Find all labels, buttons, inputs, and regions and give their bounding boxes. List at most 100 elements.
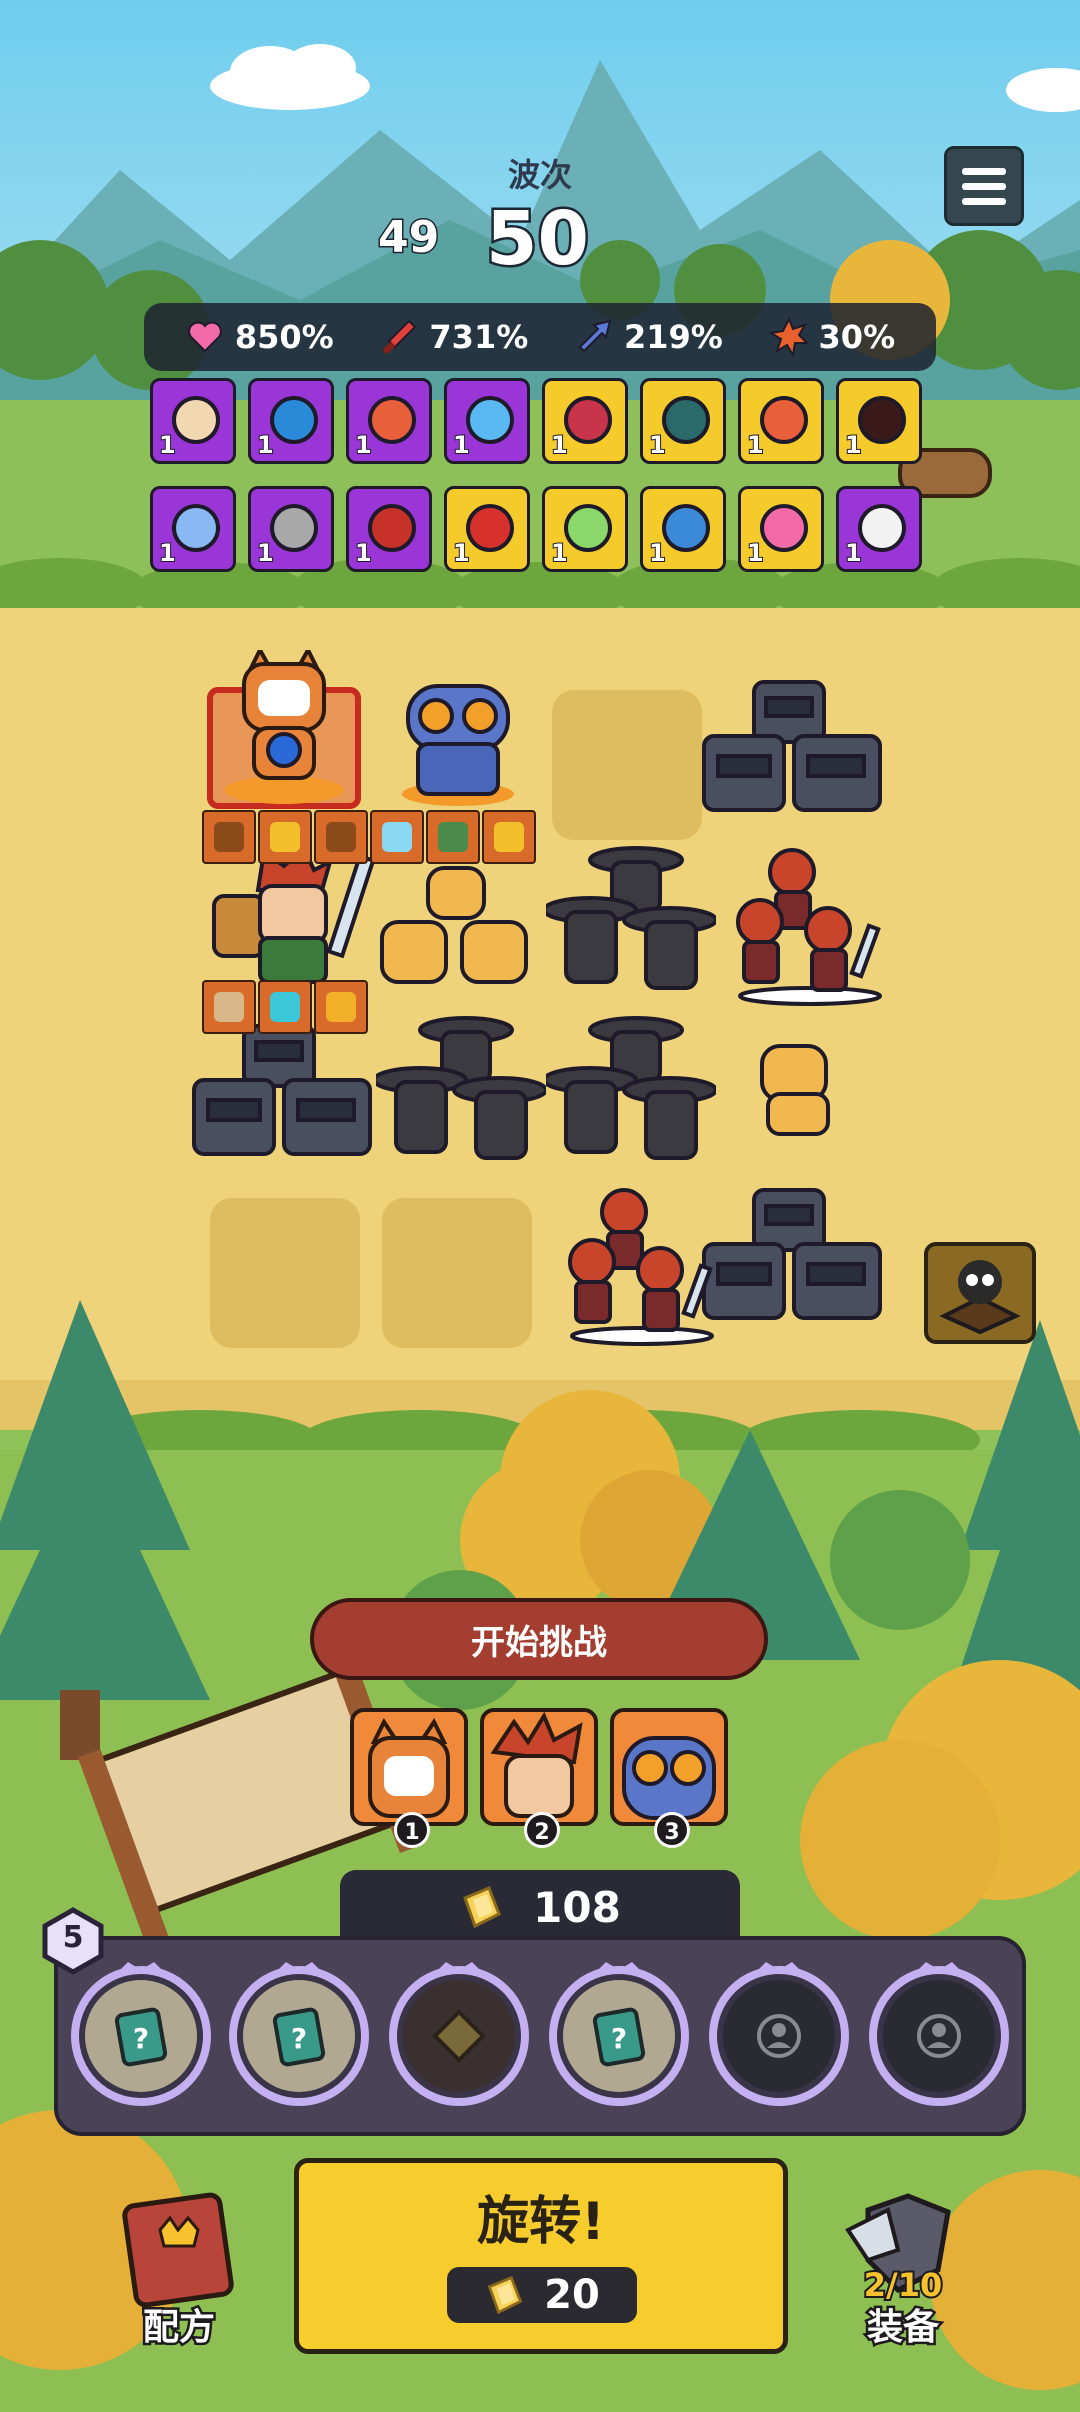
armored-knight-squad[interactable] bbox=[694, 676, 890, 826]
hero-slot-number: 1 bbox=[394, 1812, 430, 1848]
buff-tile[interactable]: 1 bbox=[836, 378, 922, 464]
locked-slot[interactable] bbox=[706, 1960, 852, 2106]
cowboy-squad[interactable] bbox=[376, 1010, 546, 1170]
rune-icon bbox=[389, 1962, 529, 2106]
robot-hero-unit[interactable] bbox=[388, 680, 528, 810]
skull-portal-button[interactable] bbox=[924, 1242, 1036, 1344]
locked-slot[interactable] bbox=[866, 1960, 1012, 2106]
red-hair-warrior-squad[interactable] bbox=[720, 846, 890, 1006]
spin-button[interactable]: 旋转! 20 bbox=[294, 2158, 788, 2354]
buff-count: 1 bbox=[746, 430, 765, 460]
svg-text:?: ? bbox=[611, 2022, 627, 2055]
buff-tile[interactable]: 1 bbox=[346, 378, 432, 464]
hero-card-red-hair[interactable]: 2 bbox=[480, 1708, 598, 1848]
spin-cost: 20 bbox=[447, 2267, 637, 2323]
crit-burst-icon bbox=[768, 317, 809, 357]
wave-label: 波次 bbox=[507, 156, 572, 194]
buff-tile[interactable]: 1 bbox=[640, 378, 726, 464]
buff-tile[interactable]: 1 bbox=[444, 378, 530, 464]
mystery-card-icon: ? bbox=[71, 1962, 211, 2106]
card-slot[interactable]: ? bbox=[68, 1960, 214, 2106]
menu-button[interactable] bbox=[944, 146, 1024, 226]
armored-knight-squad[interactable] bbox=[184, 1020, 380, 1170]
buff-count: 1 bbox=[354, 538, 373, 568]
mystery-card-icon: ? bbox=[229, 1962, 369, 2106]
cowboy-squad[interactable] bbox=[546, 840, 716, 1000]
mystery-card-icon: ? bbox=[549, 1962, 689, 2106]
tiger-squad[interactable] bbox=[372, 862, 542, 1002]
buff-grid: 1 1 1 1 1 1 1 1 1 1 1 1 1 1 1 1 bbox=[150, 378, 930, 572]
previous-wave-number: 49 bbox=[376, 211, 440, 265]
stat-crit: 30% bbox=[768, 317, 895, 357]
robot-hero-portrait bbox=[622, 1736, 716, 1820]
buff-tile[interactable]: 1 bbox=[248, 378, 334, 464]
horn-icon[interactable] bbox=[482, 810, 536, 864]
cowboy-squad[interactable] bbox=[546, 1010, 716, 1170]
hero-card-robot[interactable]: 3 bbox=[610, 1708, 728, 1848]
level-number: 5 bbox=[62, 1920, 84, 1955]
buff-tile[interactable]: 1 bbox=[346, 486, 432, 572]
buff-count: 1 bbox=[550, 538, 569, 568]
buff-tile[interactable]: 1 bbox=[738, 378, 824, 464]
empty-board-cell[interactable] bbox=[382, 1198, 532, 1348]
card-slot[interactable]: ? bbox=[226, 1960, 372, 2106]
buff-tile[interactable]: 1 bbox=[542, 486, 628, 572]
golden-helmet-icon[interactable] bbox=[314, 980, 368, 1034]
buff-tile[interactable]: 1 bbox=[738, 486, 824, 572]
empty-board-cell[interactable] bbox=[552, 690, 702, 840]
hero-card-cat[interactable]: 1 bbox=[350, 1708, 468, 1848]
gold-coin-icon bbox=[463, 1886, 502, 1929]
red-hair-warrior-squad[interactable] bbox=[552, 1186, 722, 1346]
ice-heart-icon[interactable] bbox=[370, 810, 424, 864]
crossbow-icon[interactable] bbox=[202, 810, 256, 864]
buff-tile[interactable]: 1 bbox=[836, 486, 922, 572]
stat-attack: 731% bbox=[379, 317, 528, 357]
sword-icon bbox=[383, 319, 417, 355]
buff-count: 1 bbox=[844, 430, 863, 460]
stats-bar: 850% 731% 219% 30% bbox=[144, 303, 936, 371]
recipe-book-icon bbox=[122, 2192, 234, 2308]
crystal-heart-icon[interactable] bbox=[258, 980, 312, 1034]
equipment-strip-cat-hero bbox=[202, 810, 536, 864]
coin-display: 108 bbox=[340, 1870, 740, 1944]
buff-count: 1 bbox=[648, 538, 667, 568]
buff-count: 1 bbox=[550, 430, 569, 460]
equipment-button[interactable]: 2/10 装备 bbox=[828, 2190, 978, 2351]
hero-slot-number: 3 bbox=[654, 1812, 690, 1848]
buff-tile[interactable]: 1 bbox=[150, 486, 236, 572]
drum-icon[interactable] bbox=[202, 980, 256, 1034]
flame-sword-icon[interactable] bbox=[258, 810, 312, 864]
tiger-unit[interactable] bbox=[748, 1040, 852, 1140]
red-hair-hero-portrait bbox=[490, 1711, 583, 1818]
buff-tile[interactable]: 1 bbox=[542, 378, 628, 464]
rune-slot[interactable] bbox=[386, 1960, 532, 2106]
buff-count: 1 bbox=[746, 538, 765, 568]
buff-tile[interactable]: 1 bbox=[248, 486, 334, 572]
red-hair-hero-unit[interactable] bbox=[204, 846, 374, 996]
locked-person-icon bbox=[709, 1962, 849, 2106]
hero-slot-number: 2 bbox=[524, 1812, 560, 1848]
stat-health-value: 850% bbox=[234, 318, 334, 356]
cat-hero-unit[interactable] bbox=[204, 650, 364, 810]
buff-tile[interactable]: 1 bbox=[640, 486, 726, 572]
svg-text:?: ? bbox=[291, 2022, 307, 2055]
speed-arrow-icon bbox=[578, 319, 612, 353]
card-slot[interactable]: ? bbox=[546, 1960, 692, 2106]
herb-bowl-icon[interactable] bbox=[426, 810, 480, 864]
spin-label: 旋转! bbox=[477, 2192, 605, 2252]
stat-speed: 219% bbox=[574, 317, 723, 357]
equipment-label: 装备 bbox=[864, 2305, 941, 2351]
buff-tile[interactable]: 1 bbox=[444, 486, 530, 572]
buff-count: 1 bbox=[844, 538, 863, 568]
buff-tile[interactable]: 1 bbox=[150, 378, 236, 464]
recipes-button[interactable]: 配方 bbox=[104, 2190, 254, 2351]
stat-attack-value: 731% bbox=[429, 318, 529, 356]
crossbow-icon[interactable] bbox=[314, 810, 368, 864]
gold-coin-icon bbox=[487, 2275, 523, 2315]
skull-portal-icon bbox=[939, 1260, 1021, 1335]
start-challenge-button[interactable]: 开始挑战 bbox=[310, 1598, 768, 1680]
current-wave-number: 50 bbox=[484, 194, 592, 285]
armored-knight-squad[interactable] bbox=[694, 1184, 890, 1334]
empty-board-cell[interactable] bbox=[210, 1198, 360, 1348]
locked-person-icon bbox=[869, 1962, 1009, 2106]
